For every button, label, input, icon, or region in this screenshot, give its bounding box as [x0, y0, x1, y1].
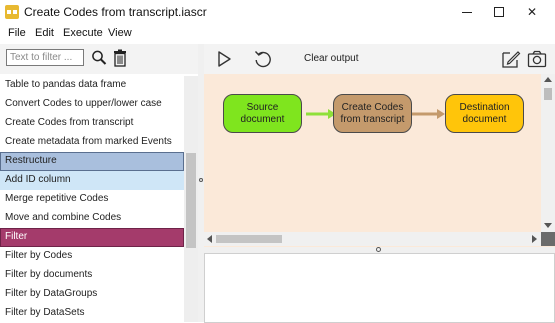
canvas-vertical-scrollbar[interactable] — [541, 74, 555, 232]
scroll-right-icon[interactable] — [532, 235, 537, 243]
workflow-canvas[interactable]: Source document Create Codes from transcri… — [204, 74, 555, 247]
list-item[interactable]: Create Codes from transcript — [0, 114, 184, 133]
list-item[interactable]: Add ID column — [0, 171, 184, 190]
list-item[interactable]: Merge repetitive Codes — [0, 190, 184, 209]
close-icon[interactable]: ✕ — [514, 0, 550, 24]
filter-input[interactable] — [6, 49, 84, 66]
list-scrollbar[interactable] — [184, 76, 198, 322]
clear-output-button[interactable]: Clear output — [304, 53, 358, 64]
operation-list: Table to pandas data frame Convert Codes… — [0, 76, 184, 322]
menu-execute[interactable]: Execute — [63, 27, 103, 39]
minimize-icon[interactable] — [449, 0, 485, 24]
list-scroll-thumb[interactable] — [186, 153, 196, 248]
splitter-grip-icon[interactable] — [199, 178, 203, 182]
menu-edit[interactable]: Edit — [35, 27, 54, 39]
edit-icon[interactable] — [501, 49, 521, 69]
scroll-up-icon[interactable] — [544, 77, 552, 82]
edge-arrowhead-icon — [437, 109, 445, 119]
list-item[interactable]: Filter by DataGroups — [0, 285, 184, 304]
node-label: Create Codes from transcript — [340, 101, 405, 125]
workflow-toolbar: Clear output — [204, 44, 555, 74]
title-bar: Create Codes from transcript.iascr ✕ — [0, 0, 555, 24]
list-item[interactable]: Filter by DataSets — [0, 304, 184, 322]
list-category-filter[interactable]: Filter — [0, 228, 184, 247]
node-label: Destination document — [459, 101, 510, 125]
canvas-vscroll-thumb[interactable] — [544, 88, 552, 100]
node-source-document[interactable]: Source document — [223, 94, 302, 133]
maximize-icon[interactable] — [481, 0, 517, 24]
list-item[interactable]: Table to pandas data frame — [0, 76, 184, 95]
window-title: Create Codes from transcript.iascr — [24, 5, 207, 19]
splitter-grip-icon[interactable] — [376, 247, 381, 252]
list-item[interactable]: Move and combine Codes — [0, 209, 184, 228]
canvas-hscroll-thumb[interactable] — [216, 235, 282, 243]
search-icon[interactable] — [91, 49, 107, 67]
list-item[interactable]: Convert Codes to upper/lower case — [0, 95, 184, 114]
list-item[interactable]: Filter by documents — [0, 266, 184, 285]
list-item[interactable]: Filter by Codes — [0, 247, 184, 266]
node-create-codes-from-transcript[interactable]: Create Codes from transcript — [333, 94, 412, 133]
canvas-horizontal-scrollbar[interactable] — [204, 232, 541, 246]
app-icon — [5, 5, 19, 19]
workflow-canvas-viewport: Source document Create Codes from transcri… — [204, 74, 541, 232]
output-panel[interactable] — [204, 253, 555, 323]
menu-bar: File Edit Execute View — [0, 24, 555, 44]
node-destination-document[interactable]: Destination document — [445, 94, 524, 133]
scroll-left-icon[interactable] — [207, 235, 212, 243]
node-label: Source document — [240, 101, 285, 125]
scroll-down-icon[interactable] — [544, 223, 552, 228]
menu-view[interactable]: View — [108, 27, 132, 39]
scrollbar-corner — [541, 232, 555, 246]
list-item[interactable]: Create metadata from marked Events — [0, 133, 184, 152]
filter-toolbar — [0, 44, 201, 74]
list-category-restructure[interactable]: Restructure — [0, 152, 184, 171]
menu-file[interactable]: File — [8, 27, 26, 39]
trash-icon[interactable] — [112, 49, 128, 67]
reset-icon[interactable] — [253, 49, 273, 69]
camera-icon[interactable] — [527, 49, 547, 69]
play-icon[interactable] — [214, 49, 234, 69]
